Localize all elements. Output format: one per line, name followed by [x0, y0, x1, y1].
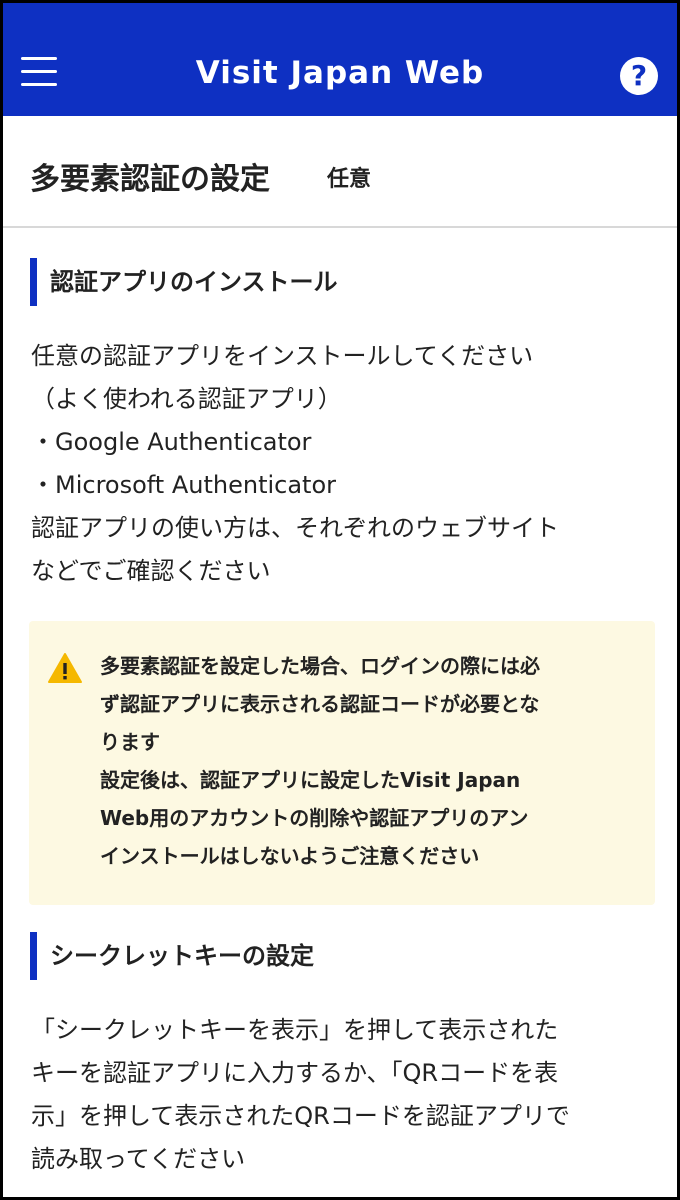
secret-key-section-heading: シークレットキーの設定: [30, 932, 314, 980]
secret-key-instructions: 「シークレットキーを表示」を押して表示された キーを認証アプリに入力するか、「Q…: [31, 1009, 661, 1181]
notice-line: ります: [100, 730, 160, 754]
install-line: （よく使われる認証アプリ）: [31, 385, 342, 413]
install-line: ・Google Authenticator: [31, 428, 312, 456]
secret-line: 示」を押して表示されたQRコードを認証アプリで: [31, 1102, 570, 1130]
install-section-heading: 認証アプリのインストール: [30, 258, 338, 306]
secret-line: 「シークレットキーを表示」を押して表示された: [31, 1016, 559, 1044]
optional-tag: 任意: [327, 167, 372, 192]
app-screen: Visit Japan Web ? 多要素認証の設定 任意 認証アプリのインスト…: [0, 0, 680, 1200]
app-header: Visit Japan Web ?: [3, 3, 677, 116]
caution-notice: 多要素認証を設定した場合、ログインの際には必 ず認証アプリに表示される認証コード…: [29, 621, 655, 905]
install-line: 認証アプリの使い方は、それぞれのウェブサイト: [31, 514, 559, 542]
app-title: Visit Japan Web: [195, 55, 485, 91]
install-line: などでご確認ください: [31, 557, 271, 585]
install-line: 任意の認証アプリをインストールしてください: [31, 342, 534, 370]
notice-line: ず認証アプリに表示される認証コードが必要とな: [100, 692, 540, 716]
page-header: 多要素認証の設定 任意: [3, 116, 677, 228]
notice-line: 多要素認証を設定した場合、ログインの際には必: [100, 654, 540, 678]
notice-text: 多要素認証を設定した場合、ログインの際には必 ず認証アプリに表示される認証コード…: [100, 647, 640, 875]
notice-line: インストールはしないようご注意ください: [100, 844, 480, 868]
secret-line: 読み取ってください: [31, 1145, 246, 1173]
install-line: ・Microsoft Authenticator: [31, 471, 337, 499]
warning-icon: [48, 653, 82, 683]
notice-line: 設定後は、認証アプリに設定したVisit Japan: [100, 768, 521, 792]
secret-line: キーを認証アプリに入力するか、「QRコードを表: [31, 1059, 559, 1087]
install-instructions: 任意の認証アプリをインストールしてください （よく使われる認証アプリ） ・Goo…: [31, 335, 661, 593]
help-icon[interactable]: ?: [620, 57, 658, 95]
page-title: 多要素認証の設定: [30, 162, 270, 197]
notice-line: Web用のアカウントの削除や認証アプリのアン: [100, 806, 529, 830]
